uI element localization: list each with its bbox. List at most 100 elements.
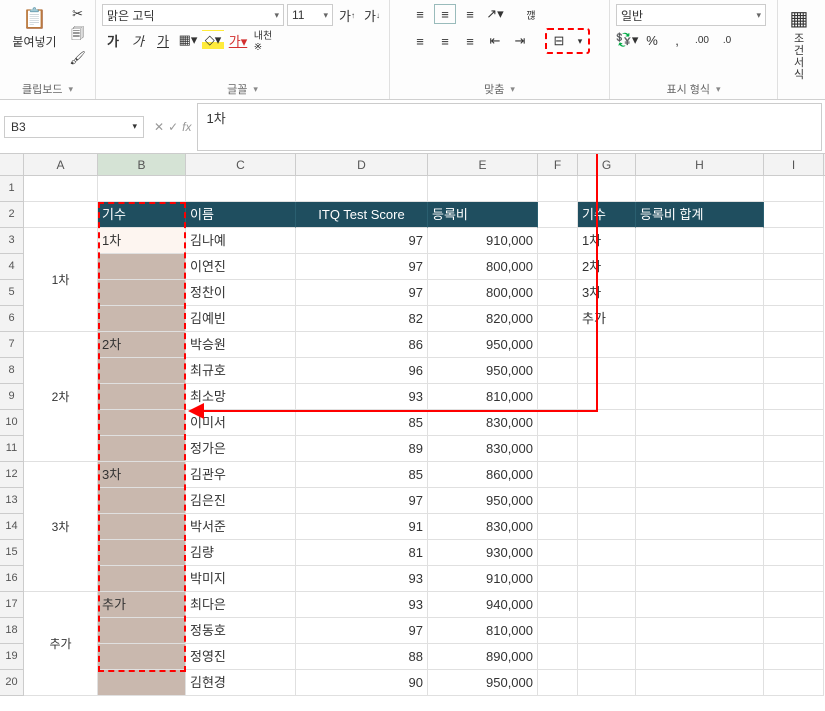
- underline-button[interactable]: 가: [152, 30, 174, 50]
- cell[interactable]: [538, 514, 578, 540]
- row-header[interactable]: 5: [0, 280, 24, 306]
- col-header[interactable]: I: [764, 154, 824, 175]
- cell[interactable]: [764, 514, 824, 540]
- cell[interactable]: [538, 176, 578, 202]
- cell[interactable]: 820,000: [428, 306, 538, 332]
- cell[interactable]: [538, 254, 578, 280]
- cell[interactable]: [764, 566, 824, 592]
- cell[interactable]: [578, 670, 636, 696]
- cell[interactable]: 김나예: [186, 228, 296, 254]
- cell[interactable]: [98, 670, 186, 696]
- cell[interactable]: 800,000: [428, 254, 538, 280]
- cell[interactable]: 박승원: [186, 332, 296, 358]
- cell[interactable]: 950,000: [428, 488, 538, 514]
- cell[interactable]: [538, 644, 578, 670]
- cell[interactable]: [98, 306, 186, 332]
- cell[interactable]: [538, 592, 578, 618]
- dialog-launcher-icon[interactable]: ▾: [716, 84, 721, 95]
- row-header[interactable]: 20: [0, 670, 24, 696]
- cell[interactable]: [636, 254, 764, 280]
- cell[interactable]: [764, 410, 824, 436]
- row-header[interactable]: 16: [0, 566, 24, 592]
- align-right-button[interactable]: ≡: [459, 31, 481, 51]
- cell[interactable]: [538, 384, 578, 410]
- name-box[interactable]: B3 ▾: [4, 116, 144, 138]
- cell[interactable]: [636, 176, 764, 202]
- cell[interactable]: [764, 228, 824, 254]
- cell[interactable]: [636, 618, 764, 644]
- cell[interactable]: [538, 280, 578, 306]
- merge-center-button[interactable]: ⊟: [548, 31, 570, 51]
- cell[interactable]: [578, 566, 636, 592]
- row-header[interactable]: 3: [0, 228, 24, 254]
- cell[interactable]: 930,000: [428, 540, 538, 566]
- fx-button[interactable]: fx: [182, 120, 191, 134]
- cell[interactable]: 최다은: [186, 592, 296, 618]
- col-header[interactable]: H: [636, 154, 764, 175]
- cell[interactable]: ITQ Test Score: [296, 202, 428, 228]
- format-painter-button[interactable]: 🖌: [67, 48, 89, 68]
- cell[interactable]: [636, 644, 764, 670]
- cell[interactable]: 96: [296, 358, 428, 384]
- cell[interactable]: [98, 618, 186, 644]
- cell[interactable]: 85: [296, 410, 428, 436]
- cell[interactable]: [538, 228, 578, 254]
- row-header[interactable]: 12: [0, 462, 24, 488]
- cell[interactable]: [538, 202, 578, 228]
- cell[interactable]: [24, 176, 98, 202]
- cell[interactable]: 기수: [578, 202, 636, 228]
- row-header[interactable]: 4: [0, 254, 24, 280]
- cell[interactable]: [538, 618, 578, 644]
- cell[interactable]: 830,000: [428, 514, 538, 540]
- cell[interactable]: 800,000: [428, 280, 538, 306]
- cell[interactable]: [764, 306, 824, 332]
- cell[interactable]: 950,000: [428, 358, 538, 384]
- percent-button[interactable]: %: [641, 30, 663, 50]
- row-header[interactable]: 14: [0, 514, 24, 540]
- cell[interactable]: 810,000: [428, 618, 538, 644]
- cell[interactable]: [538, 670, 578, 696]
- dialog-launcher-icon[interactable]: ▾: [68, 84, 73, 95]
- cell[interactable]: [636, 306, 764, 332]
- align-bottom-button[interactable]: ≡: [459, 4, 481, 24]
- cell[interactable]: [636, 436, 764, 462]
- cell[interactable]: [636, 566, 764, 592]
- cell[interactable]: [764, 384, 824, 410]
- col-header[interactable]: D: [296, 154, 428, 175]
- cell[interactable]: [538, 566, 578, 592]
- cell[interactable]: [538, 436, 578, 462]
- cell[interactable]: 93: [296, 566, 428, 592]
- cell[interactable]: 97: [296, 228, 428, 254]
- cell[interactable]: 이연진: [186, 254, 296, 280]
- cell[interactable]: [578, 462, 636, 488]
- paste-button[interactable]: 📋 붙여넣기: [6, 4, 62, 52]
- cell[interactable]: [578, 384, 636, 410]
- row-header[interactable]: 19: [0, 644, 24, 670]
- cell[interactable]: [764, 436, 824, 462]
- orientation-button[interactable]: ↗▾: [484, 4, 506, 24]
- cell[interactable]: 97: [296, 618, 428, 644]
- copy-button[interactable]: 🗐: [67, 26, 89, 46]
- cell[interactable]: 1차: [98, 228, 186, 254]
- cell[interactable]: 810,000: [428, 384, 538, 410]
- cell[interactable]: [538, 488, 578, 514]
- cell[interactable]: 88: [296, 644, 428, 670]
- row-header[interactable]: 10: [0, 410, 24, 436]
- cell[interactable]: 860,000: [428, 462, 538, 488]
- col-header[interactable]: E: [428, 154, 538, 175]
- cell[interactable]: [764, 254, 824, 280]
- font-color-button[interactable]: 가▾: [227, 30, 249, 50]
- cell[interactable]: 김현경: [186, 670, 296, 696]
- row-header[interactable]: 13: [0, 488, 24, 514]
- cell[interactable]: 1차: [578, 228, 636, 254]
- cell[interactable]: [24, 202, 98, 228]
- row-header[interactable]: 17: [0, 592, 24, 618]
- cut-button[interactable]: ✂: [67, 4, 89, 24]
- decrease-decimal-button[interactable]: .0: [716, 30, 738, 50]
- merged-cell[interactable]: 추가: [24, 592, 98, 696]
- cell[interactable]: 정영진: [186, 644, 296, 670]
- cell[interactable]: 기수: [98, 202, 186, 228]
- cell[interactable]: [98, 410, 186, 436]
- cell[interactable]: 910,000: [428, 566, 538, 592]
- cell[interactable]: [636, 540, 764, 566]
